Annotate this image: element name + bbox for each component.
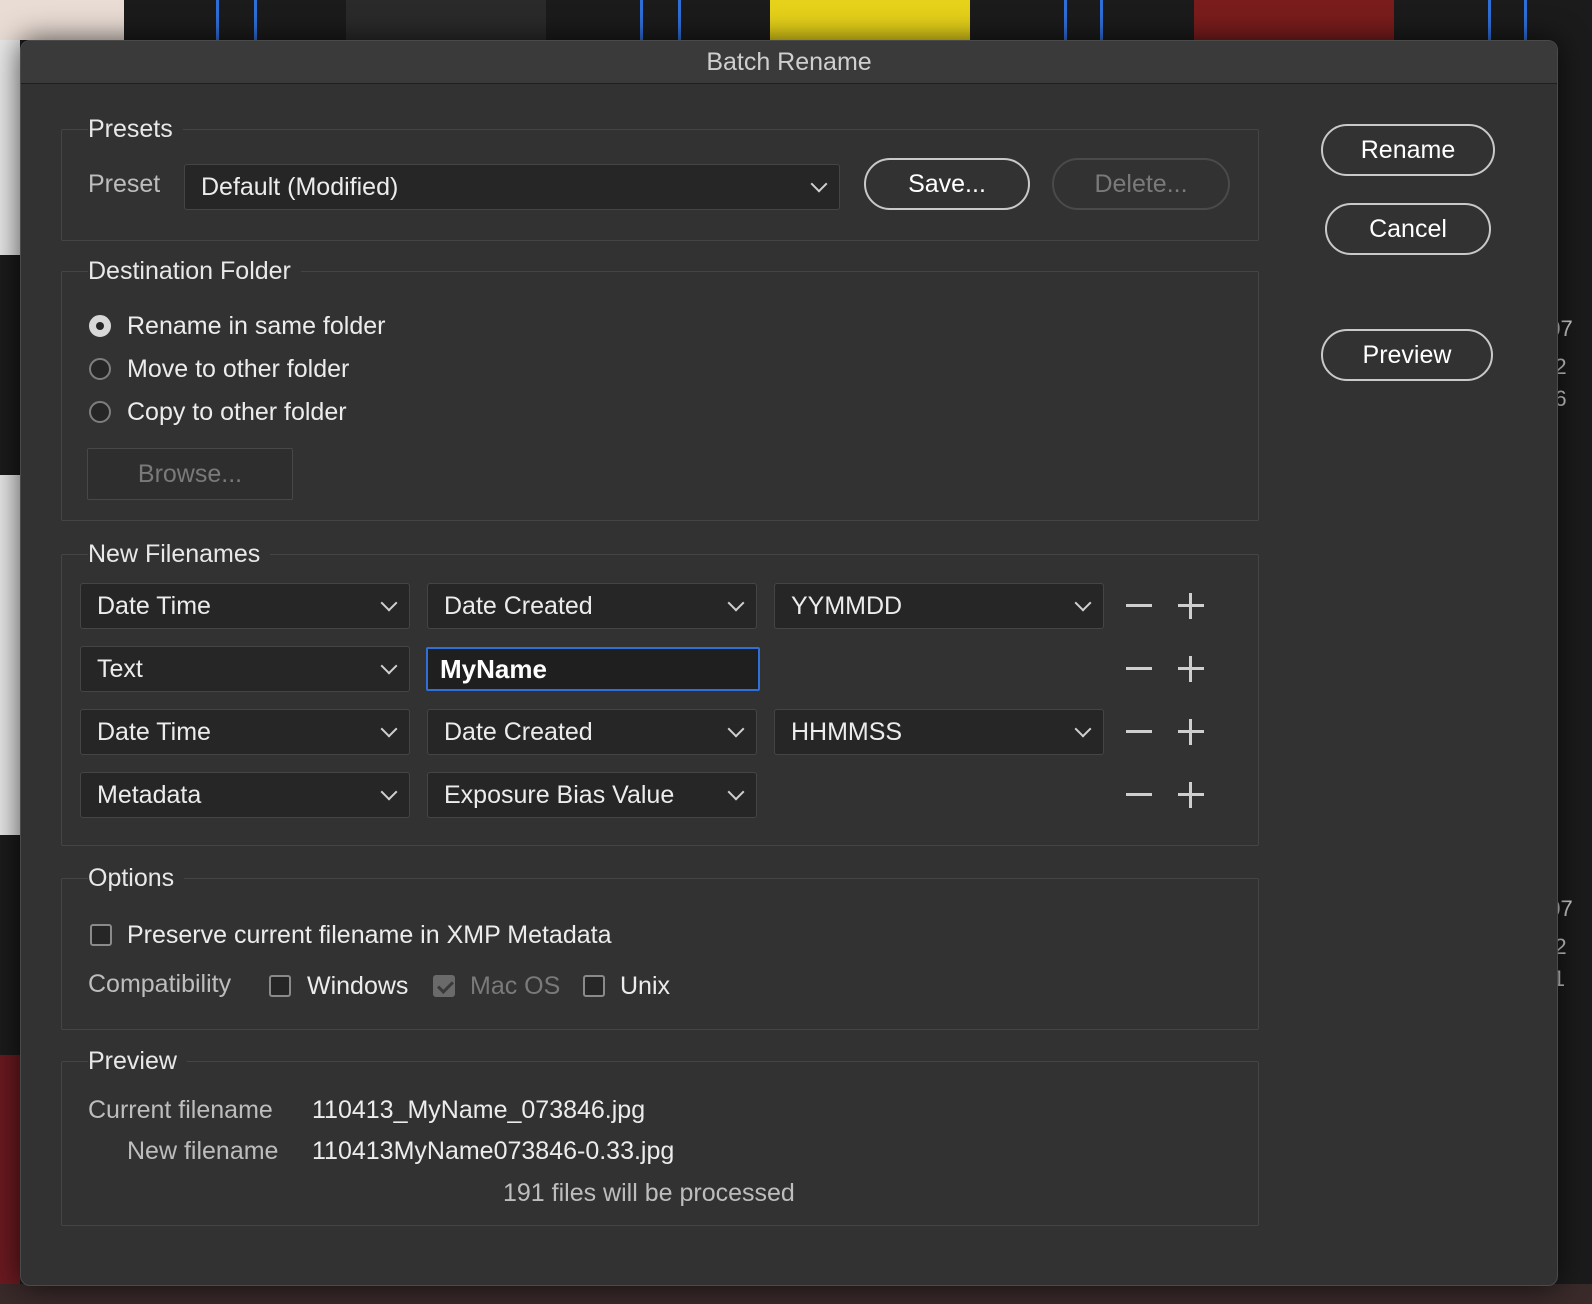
radio-copy-other-folder[interactable] [89,401,111,423]
chevron-down-icon [727,594,745,612]
thumbnail [0,1055,20,1304]
cancel-button[interactable]: Cancel [1325,203,1491,255]
dialog-titlebar: Batch Rename [21,41,1557,84]
select-value: Metadata [97,780,202,809]
select-value: Date Created [444,591,593,620]
remove-row-minus-icon[interactable] [1126,656,1152,682]
thumbnail [0,475,20,835]
preset-select[interactable]: Default (Modified) [184,164,840,210]
unix-checkbox[interactable] [583,975,605,997]
new-filenames-legend: New Filenames [88,540,271,569]
row1-format-select[interactable]: YYMMDD [774,583,1104,629]
preview-button[interactable]: Preview [1321,329,1493,381]
selection-border [1064,0,1067,40]
chevron-down-icon [810,175,828,193]
unix-label: Unix [620,972,671,1000]
radio-label: Copy to other folder [127,398,347,426]
add-row-plus-icon[interactable] [1178,782,1204,808]
chevron-down-icon [380,657,398,675]
browse-button: Browse... [87,448,293,500]
row1-field-select[interactable]: Date Created [427,583,757,629]
macos-label: Mac OS [470,972,561,1000]
selection-border [216,0,219,40]
thumbnail [1194,0,1394,40]
windows-checkbox[interactable] [269,975,291,997]
remove-row-minus-icon[interactable] [1126,593,1152,619]
row3-type-select[interactable]: Date Time [80,709,410,755]
current-filename-label: Current filename [88,1096,273,1124]
add-row-plus-icon[interactable] [1178,656,1204,682]
new-filenames-group: New Filenames Date Time Date Created YYM… [61,540,1259,846]
new-filename-value: 110413MyName073846-0.33.jpg [312,1137,675,1165]
destination-folder-group: Destination Folder Rename in same folder… [61,257,1259,521]
chevron-down-icon [1074,594,1092,612]
new-filename-label: New filename [127,1137,279,1165]
preview-legend: Preview [88,1047,187,1076]
radio-move-other-folder[interactable] [89,358,111,380]
radio-label: Move to other folder [127,355,350,383]
input-value: MyName [440,653,547,684]
chevron-down-icon [1074,720,1092,738]
presets-legend: Presets [88,115,183,144]
preserve-filename-checkbox[interactable] [90,924,112,946]
thumbnail [0,0,124,40]
current-filename-value: 110413_MyName_073846.jpg [312,1096,646,1124]
destination-legend: Destination Folder [88,257,301,286]
add-row-plus-icon[interactable] [1178,719,1204,745]
select-value: YYMMDD [791,591,903,620]
chevron-down-icon [380,720,398,738]
selection-border [678,0,681,40]
thumbnail [346,0,546,40]
selection-border [1100,0,1103,40]
batch-rename-dialog: Batch Rename Rename Cancel Preview Prese… [20,40,1558,1286]
delete-preset-button: Delete... [1052,158,1230,210]
chevron-down-icon [380,594,398,612]
thumbnail [0,40,20,255]
selection-border [1524,0,1527,40]
presets-group: Presets Preset Default (Modified) Save..… [61,115,1259,241]
selection-border [254,0,257,40]
files-processed-count: 191 files will be processed [503,1179,795,1207]
thumbnail [770,0,970,40]
chevron-down-icon [380,783,398,801]
save-preset-button[interactable]: Save... [864,158,1030,210]
row3-field-select[interactable]: Date Created [427,709,757,755]
row2-type-select[interactable]: Text [80,646,410,692]
selection-border [1488,0,1491,40]
macos-checkbox [433,975,455,997]
preserve-filename-label: Preserve current filename in XMP Metadat… [127,921,612,949]
select-value: Date Created [444,717,593,746]
select-value: Exposure Bias Value [444,780,675,809]
options-group: Options Preserve current filename in XMP… [61,864,1259,1030]
remove-row-minus-icon[interactable] [1126,782,1152,808]
compatibility-label: Compatibility [88,970,232,998]
chevron-down-icon [727,720,745,738]
rename-button[interactable]: Rename [1321,124,1495,176]
dialog-title: Batch Rename [706,47,872,76]
options-legend: Options [88,864,185,893]
radio-label: Rename in same folder [127,312,386,340]
radio-rename-same-folder[interactable] [89,315,111,337]
select-value: Text [97,654,143,683]
preview-group: Preview Current filename 110413_MyName_0… [61,1047,1259,1226]
chevron-down-icon [727,783,745,801]
selection-border [640,0,643,40]
windows-label: Windows [307,972,409,1000]
row3-format-select[interactable]: HHMMSS [774,709,1104,755]
select-value: Date Time [97,591,211,620]
preset-value: Default (Modified) [201,172,399,201]
remove-row-minus-icon[interactable] [1126,719,1152,745]
row2-text-input[interactable]: MyName [426,647,760,691]
select-value: Date Time [97,717,211,746]
thumbnail-strip [0,1284,1592,1304]
add-row-plus-icon[interactable] [1178,593,1204,619]
row1-type-select[interactable]: Date Time [80,583,410,629]
preset-label: Preset [88,170,161,198]
row4-type-select[interactable]: Metadata [80,772,410,818]
select-value: HHMMSS [791,717,903,746]
row4-field-select[interactable]: Exposure Bias Value [427,772,757,818]
